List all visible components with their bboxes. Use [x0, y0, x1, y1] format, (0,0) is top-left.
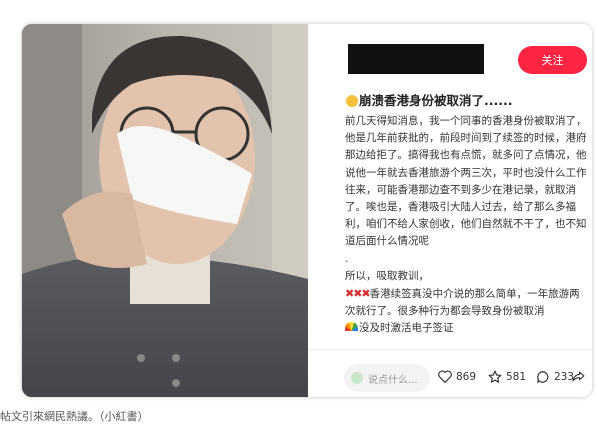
comment-placeholder: 说点什么...: [368, 374, 418, 386]
star-icon: [488, 370, 502, 383]
post-paragraph: 前几天得知消息，我一个同事的香港身份被取消了，他是几年前获批的，前段时间到了续签…: [345, 115, 587, 248]
comment-input[interactable]: 说点什么...: [344, 364, 430, 392]
post-dot: .: [345, 252, 349, 265]
share-button[interactable]: [572, 370, 589, 383]
image-caption: 帖文引來網民熱議。（小紅書）: [0, 410, 149, 423]
post-paragraph: ✖✖✖香港续签真没中介说的那么简单，一年旅游两次就行了。很多种行为都会导致身份被…: [345, 285, 590, 320]
comment-button[interactable]: 233: [536, 370, 574, 384]
rainbow-emoji-icon: [345, 322, 358, 332]
like-button[interactable]: 869: [438, 370, 476, 383]
post-footer: 说点什么... 869 581 233: [308, 349, 592, 397]
crying-emoji-icon: [346, 95, 358, 107]
post-paragraph-text: 香港续签真没中介说的那么简单，一年旅游两次就行了。很多种行为都会导致身份被取消: [345, 288, 580, 318]
post-body: 前几天得知消息，我一个同事的香港身份被取消了，他是几年前获批的，前段时间到了续签…: [345, 113, 590, 338]
collect-count: 581: [506, 371, 527, 383]
post-title: 崩溃香港身份被取消了......: [346, 90, 586, 109]
post-paragraph: 没及时激活电子签证: [345, 320, 590, 337]
redacted-author-name: [348, 44, 484, 74]
follow-button[interactable]: 关注: [518, 46, 587, 74]
post-detail-panel: 关注 崩溃香港身份被取消了...... 前几天得知消息，我一个同事的香港身份被取…: [308, 24, 592, 397]
post-paragraph-text: 没及时激活电子签证: [359, 322, 454, 335]
post-title-text: 崩溃香港身份被取消了......: [359, 93, 513, 108]
comment-icon: [537, 371, 549, 383]
post-photo[interactable]: [22, 24, 308, 397]
post-paragraph: 所以，吸取教训，: [345, 269, 429, 282]
like-count: 869: [456, 370, 477, 383]
share-icon: [572, 371, 585, 382]
collect-button[interactable]: 581: [488, 370, 526, 384]
pencil-icon: [351, 372, 363, 384]
heart-icon: [438, 370, 452, 383]
cross-mark-icons: ✖✖✖: [345, 287, 371, 301]
post-card: 关注 崩溃香港身份被取消了...... 前几天得知消息，我一个同事的香港身份被取…: [22, 24, 592, 397]
